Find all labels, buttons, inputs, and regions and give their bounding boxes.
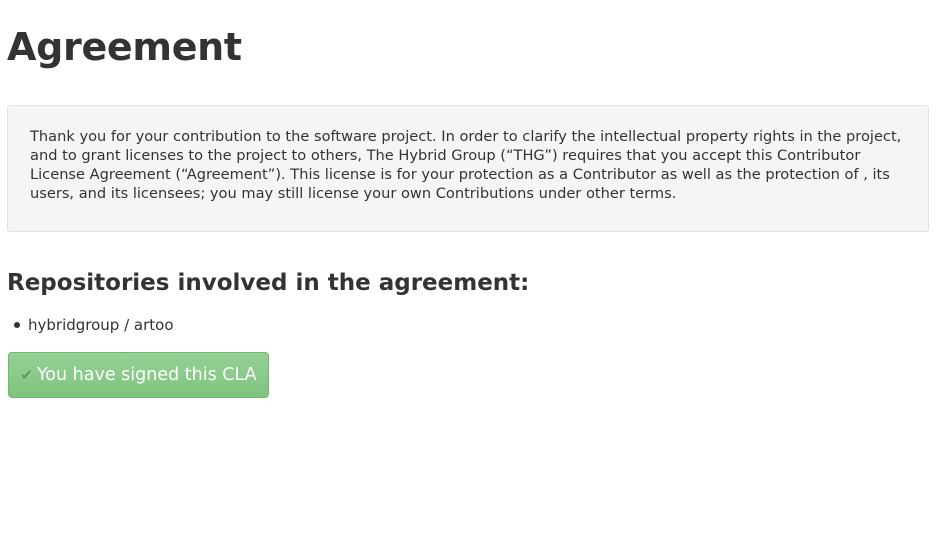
signed-cla-button[interactable]: ✔ You have signed this CLA	[8, 352, 269, 398]
agreement-text-well: Thank you for your contribution to the s…	[7, 105, 929, 232]
repositories-heading: Repositories involved in the agreement:	[7, 270, 530, 296]
page-title: Agreement	[7, 25, 242, 69]
repository-list: hybridgroup / artoo	[7, 314, 174, 336]
list-item: hybridgroup / artoo	[7, 314, 174, 336]
agreement-text: Thank you for your contribution to the s…	[30, 128, 902, 202]
bullet-icon	[14, 322, 20, 328]
signed-cla-label: You have signed this CLA	[36, 365, 257, 385]
check-icon: ✔	[20, 366, 33, 384]
repository-name: hybridgroup / artoo	[28, 316, 174, 334]
